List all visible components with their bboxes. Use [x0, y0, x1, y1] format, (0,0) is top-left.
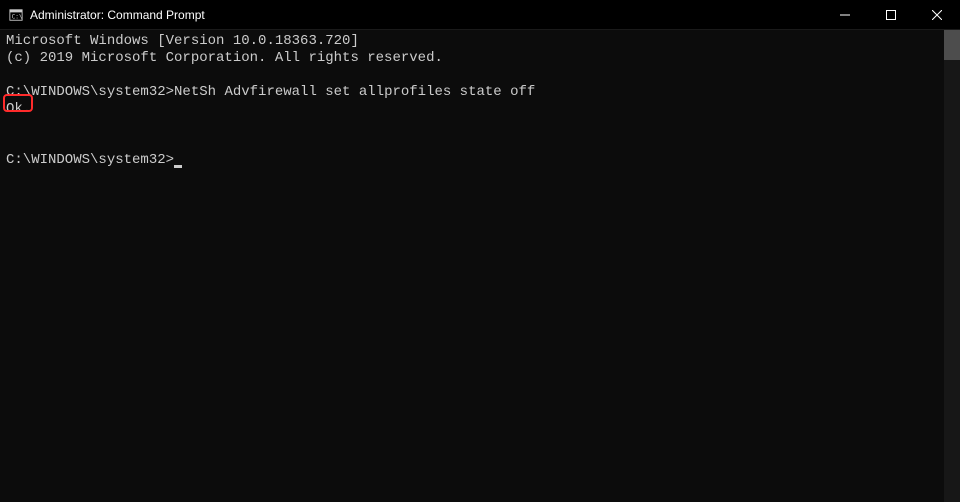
- cmd-icon: C:\: [8, 7, 24, 23]
- minimize-button[interactable]: [822, 0, 868, 29]
- command-line-2: C:\WINDOWS\system32>: [6, 152, 938, 169]
- prompt-1: C:\WINDOWS\system32>: [6, 84, 174, 100]
- terminal-content[interactable]: Microsoft Windows [Version 10.0.18363.72…: [0, 30, 944, 502]
- titlebar-left: C:\ Administrator: Command Prompt: [8, 7, 205, 23]
- prompt-2: C:\WINDOWS\system32>: [6, 152, 174, 168]
- terminal-area: Microsoft Windows [Version 10.0.18363.72…: [0, 30, 960, 502]
- window-title: Administrator: Command Prompt: [30, 8, 205, 22]
- blank-line: [6, 67, 938, 84]
- command-text-1: NetSh Advfirewall set allprofiles state …: [174, 84, 535, 100]
- result-line: Ok.: [6, 101, 938, 118]
- blank-line: [6, 135, 938, 152]
- scrollbar-thumb[interactable]: [944, 30, 960, 60]
- cursor: [174, 165, 182, 168]
- vertical-scrollbar[interactable]: [944, 30, 960, 502]
- svg-text:C:\: C:\: [12, 13, 23, 20]
- copyright-line: (c) 2019 Microsoft Corporation. All righ…: [6, 50, 938, 67]
- titlebar[interactable]: C:\ Administrator: Command Prompt: [0, 0, 960, 30]
- command-prompt-window: C:\ Administrator: Command Prompt Micros…: [0, 0, 960, 502]
- blank-line: [6, 118, 938, 135]
- maximize-button[interactable]: [868, 0, 914, 29]
- command-line-1: C:\WINDOWS\system32>NetSh Advfirewall se…: [6, 84, 938, 101]
- version-line: Microsoft Windows [Version 10.0.18363.72…: [6, 33, 938, 50]
- close-button[interactable]: [914, 0, 960, 29]
- window-controls: [822, 0, 960, 29]
